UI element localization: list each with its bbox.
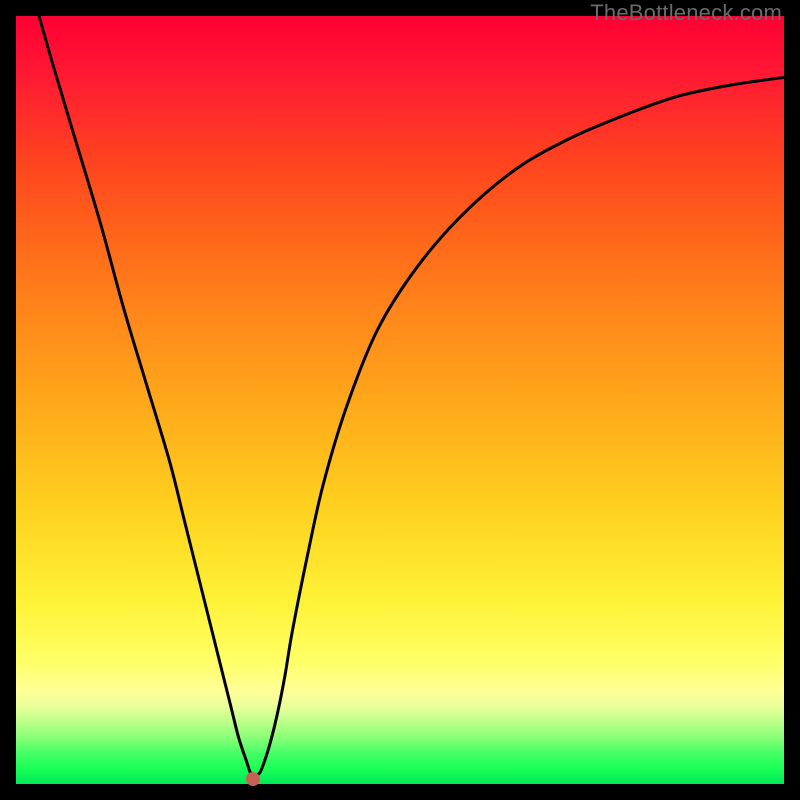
chart-frame: TheBottleneck.com [0,0,800,800]
watermark-text: TheBottleneck.com [590,0,782,26]
optimal-point-marker [246,772,260,786]
bottleneck-curve [16,16,784,784]
